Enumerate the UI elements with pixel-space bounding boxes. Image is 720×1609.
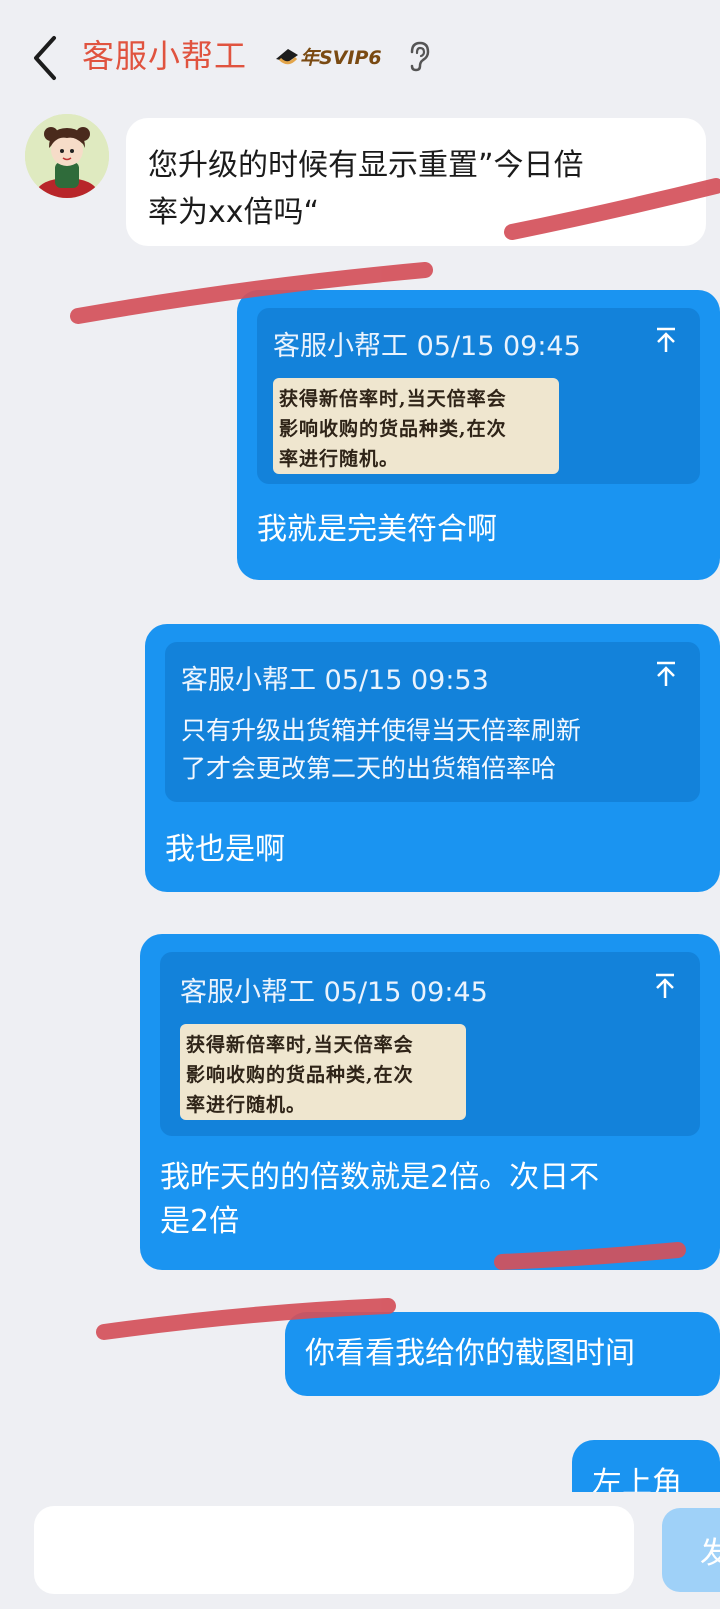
message-outgoing[interactable]: 你看看我给你的截图时间 xyxy=(285,1312,720,1396)
quote-header: 客服小帮工 05/15 09:45 xyxy=(273,331,581,362)
message-text-line: 您升级的时候有显示重置”今日倍 xyxy=(148,148,584,183)
image-text-line: 获得新倍率时,当天倍率会 xyxy=(186,1034,414,1056)
message-text: 你看看我给你的截图时间 xyxy=(305,1336,635,1371)
vip-badge-label: 年SVIP6 xyxy=(300,46,382,69)
message-text-line: 率为xx倍吗“ xyxy=(148,195,320,230)
quoted-image[interactable]: 获得新倍率时,当天倍率会 影响收购的货品种类,在次 率进行随机。 xyxy=(273,378,559,474)
message-text-line: 我昨天的的倍数就是2倍。次日不 xyxy=(160,1160,600,1195)
quote-text-line: 了才会更改第二天的出货箱倍率哈 xyxy=(181,754,557,783)
message-outgoing[interactable]: 客服小帮工 05/15 09:53 只有升级出货箱并使得当天倍率刷新 了才会更改… xyxy=(145,624,720,892)
jump-to-top-icon[interactable] xyxy=(652,972,678,1000)
message-text: 我就是完美符合啊 xyxy=(257,512,497,547)
hat-icon xyxy=(276,49,298,65)
message-text: 我也是啊 xyxy=(165,832,285,867)
quoted-image[interactable]: 获得新倍率时,当天倍率会 影响收购的货品种类,在次 率进行随机。 xyxy=(180,1024,466,1120)
message-incoming[interactable]: 您升级的时候有显示重置”今日倍 率为xx倍吗“ xyxy=(126,118,706,246)
quoted-message[interactable]: 客服小帮工 05/15 09:45 获得新倍率时,当天倍率会 影响收购的货品种类… xyxy=(257,308,700,484)
vip-badge[interactable]: 年SVIP6 xyxy=(270,42,394,70)
jump-to-top-icon[interactable] xyxy=(653,660,679,688)
image-text-line: 影响收购的货品种类,在次 xyxy=(186,1064,414,1086)
image-text-line: 率进行随机。 xyxy=(186,1094,307,1116)
message-outgoing[interactable]: 客服小帮工 05/15 09:45 获得新倍率时,当天倍率会 影响收购的货品种类… xyxy=(140,934,720,1270)
message-outgoing[interactable]: 客服小帮工 05/15 09:45 获得新倍率时,当天倍率会 影响收购的货品种类… xyxy=(237,290,720,580)
chevron-left-icon xyxy=(34,36,56,80)
jump-to-top-icon[interactable] xyxy=(653,326,679,354)
avatar[interactable] xyxy=(25,114,109,198)
ear-icon[interactable] xyxy=(406,40,432,72)
quoted-message[interactable]: 客服小帮工 05/15 09:45 获得新倍率时,当天倍率会 影响收购的货品种类… xyxy=(160,952,700,1136)
image-text-line: 影响收购的货品种类,在次 xyxy=(279,418,507,440)
back-button[interactable] xyxy=(26,28,70,88)
send-button[interactable]: 发 xyxy=(662,1508,720,1592)
message-input[interactable] xyxy=(34,1506,634,1594)
quote-text-line: 只有升级出货箱并使得当天倍率刷新 xyxy=(181,716,582,745)
chat-header: 客服小帮工 年SVIP6 xyxy=(0,0,720,110)
image-text-line: 获得新倍率时,当天倍率会 xyxy=(279,388,507,410)
quoted-message[interactable]: 客服小帮工 05/15 09:53 只有升级出货箱并使得当天倍率刷新 了才会更改… xyxy=(165,642,700,802)
image-text-line: 率进行随机。 xyxy=(279,448,400,470)
quote-header: 客服小帮工 05/15 09:53 xyxy=(181,665,489,696)
chat-title[interactable]: 客服小帮工 xyxy=(82,32,247,80)
quote-header: 客服小帮工 05/15 09:45 xyxy=(180,977,488,1008)
message-text-line: 是2倍 xyxy=(160,1204,240,1239)
